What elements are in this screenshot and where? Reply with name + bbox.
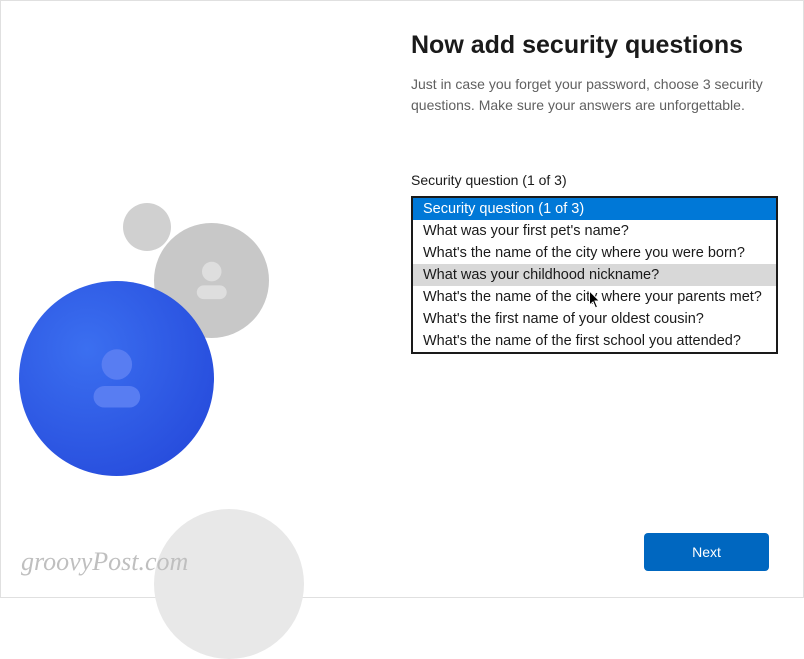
person-icon (72, 334, 162, 424)
page-heading: Now add security questions (411, 31, 781, 60)
dropdown-option[interactable]: What's the name of the first school you … (413, 330, 776, 352)
avatar-bottom-circle (154, 509, 304, 659)
dropdown-option[interactable]: Security question (1 of 3) (413, 198, 776, 220)
security-question-dropdown[interactable]: Security question (1 of 3)What was your … (411, 196, 778, 354)
avatar-large-circle (19, 281, 214, 476)
dropdown-option[interactable]: What was your first pet's name? (413, 220, 776, 242)
dropdown-option[interactable]: What's the name of the city where you we… (413, 242, 776, 264)
illustration-panel (1, 1, 381, 599)
next-button[interactable]: Next (644, 533, 769, 571)
dropdown-option[interactable]: What's the first name of your oldest cou… (413, 308, 776, 330)
dropdown-label: Security question (1 of 3) (411, 172, 781, 188)
dropdown-option[interactable]: What's the name of the city where your p… (413, 286, 776, 308)
avatar-small-circle (123, 203, 171, 251)
content-panel: Now add security questions Just in case … (411, 31, 781, 354)
person-icon (183, 252, 241, 310)
dropdown-option[interactable]: What was your childhood nickname? (413, 264, 776, 286)
watermark-text: groovyPost.com (21, 547, 188, 577)
page-subheading: Just in case you forget your password, c… (411, 74, 781, 116)
